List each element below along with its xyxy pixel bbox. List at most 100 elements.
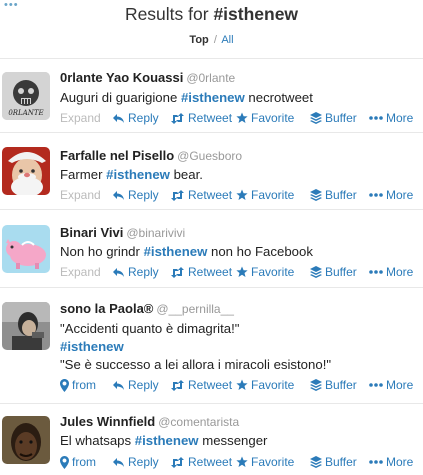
from-label: from xyxy=(72,378,96,392)
reply-button[interactable]: Reply xyxy=(112,111,159,125)
tweet-actions: Expand Reply Retweet Favorite Buffer Mor… xyxy=(60,111,423,127)
hashtag-link[interactable]: #isthenew xyxy=(106,167,170,182)
avatar[interactable] xyxy=(2,416,50,464)
location-link[interactable]: from xyxy=(60,378,96,392)
tweet-header: Binari Vivi @binarivivi xyxy=(60,225,185,240)
favorite-button[interactable]: Favorite xyxy=(236,188,294,202)
more-button[interactable]: More xyxy=(369,378,413,392)
star-icon xyxy=(236,379,248,390)
more-button[interactable]: More xyxy=(369,111,413,125)
retweet-button[interactable]: Retweet xyxy=(170,455,232,469)
user-handle[interactable]: @__pernilla__ xyxy=(156,302,234,316)
hashtag-link[interactable]: #isthenew xyxy=(144,244,208,259)
user-handle[interactable]: @Guesboro xyxy=(177,149,242,163)
avatar[interactable] xyxy=(2,147,50,195)
tweet-item[interactable]: Jules Winnfield @comentarista El whatsaps… xyxy=(0,405,423,475)
user-handle[interactable]: @0rlante xyxy=(186,71,235,85)
location-pin-icon xyxy=(60,455,69,469)
retweet-button[interactable]: Retweet xyxy=(170,188,232,202)
location-link[interactable]: from xyxy=(60,455,96,469)
filter-top[interactable]: Top xyxy=(189,34,208,46)
user-name[interactable]: 0rlante Yao Kouassi xyxy=(60,70,183,85)
from-label: from xyxy=(72,455,96,469)
tweet-text-part: non ho Facebook xyxy=(207,244,313,259)
retweet-label: Retweet xyxy=(188,111,233,125)
filter-all[interactable]: All xyxy=(221,34,233,46)
retweet-button[interactable]: Retweet xyxy=(170,265,232,279)
reply-button[interactable]: Reply xyxy=(112,455,159,469)
favorite-button[interactable]: Favorite xyxy=(236,265,294,279)
buffer-icon xyxy=(310,456,322,468)
expand-link[interactable]: Expand xyxy=(60,188,101,202)
tweet-text-line: "Accidenti quanto è dimagrita!" xyxy=(60,321,240,336)
tweet-header: 0rlante Yao Kouassi @0rlante xyxy=(60,70,235,85)
more-label: More xyxy=(386,455,414,469)
tweet-text: El whatsaps #isthenew messenger xyxy=(60,431,267,450)
reply-button[interactable]: Reply xyxy=(112,188,159,202)
tweet-item[interactable]: Binari Vivi @binarivivi Non ho grindr #is… xyxy=(0,211,423,288)
expand-link[interactable]: Expand xyxy=(60,111,101,125)
more-label: More xyxy=(386,188,414,202)
user-name[interactable]: Binari Vivi xyxy=(60,225,123,240)
more-label: More xyxy=(386,265,414,279)
favorite-label: Favorite xyxy=(251,378,295,392)
tweet-text-line: "Se è successo a lei allora i miracoli e… xyxy=(60,357,332,372)
reply-label: Reply xyxy=(128,111,159,125)
buffer-button[interactable]: Buffer xyxy=(310,455,357,469)
reply-icon xyxy=(113,457,124,467)
reply-label: Reply xyxy=(128,188,159,202)
star-icon xyxy=(236,189,248,200)
tweet-text-part: necrotweet xyxy=(244,90,313,105)
star-icon xyxy=(236,266,248,277)
retweet-icon xyxy=(171,456,184,468)
avatar[interactable] xyxy=(2,225,50,273)
user-name[interactable]: sono la Paola® xyxy=(60,301,153,316)
reply-label: Reply xyxy=(128,265,159,279)
favorite-button[interactable]: Favorite xyxy=(236,455,294,469)
reply-button[interactable]: Reply xyxy=(112,265,159,279)
tweet-item[interactable]: 0RLANTE 0rlante Yao Kouassi @0rlante Augu… xyxy=(0,59,423,133)
reply-icon xyxy=(113,380,124,390)
retweet-icon xyxy=(171,112,184,124)
expand-link[interactable]: Expand xyxy=(60,265,101,279)
more-button[interactable]: More xyxy=(369,188,413,202)
buffer-button[interactable]: Buffer xyxy=(310,111,357,125)
tweet-text: Auguri di guarigione #isthenew necrotwee… xyxy=(60,88,313,107)
retweet-label: Retweet xyxy=(188,455,233,469)
user-handle[interactable]: @binarivivi xyxy=(126,226,185,240)
retweet-button[interactable]: Retweet xyxy=(170,111,232,125)
more-label: More xyxy=(386,111,414,125)
buffer-button[interactable]: Buffer xyxy=(310,265,357,279)
retweet-label: Retweet xyxy=(188,265,233,279)
tweet-text-part: Non ho grindr xyxy=(60,244,144,259)
avatar-logo-text: 0RLANTE xyxy=(8,109,44,117)
reply-icon xyxy=(113,190,124,200)
title-query: #isthenew xyxy=(213,4,299,24)
retweet-icon xyxy=(171,189,184,201)
tweet-header: sono la Paola® @__pernilla__ xyxy=(60,301,234,316)
tweet-actions: from Reply Retweet Favorite Buffer More xyxy=(60,378,423,394)
avatar[interactable] xyxy=(2,302,50,350)
retweet-button[interactable]: Retweet xyxy=(170,378,232,392)
buffer-button[interactable]: Buffer xyxy=(310,378,357,392)
more-button[interactable]: More xyxy=(369,265,413,279)
tweet-text-part: messenger xyxy=(198,433,268,448)
user-handle[interactable]: @comentarista xyxy=(158,415,239,429)
reply-label: Reply xyxy=(128,455,159,469)
more-button[interactable]: More xyxy=(369,455,413,469)
tweet-header: Jules Winnfield @comentarista xyxy=(60,414,239,429)
buffer-button[interactable]: Buffer xyxy=(310,188,357,202)
reply-label: Reply xyxy=(128,378,159,392)
user-name[interactable]: Farfalle nel Pisello xyxy=(60,148,174,163)
user-name[interactable]: Jules Winnfield xyxy=(60,414,155,429)
reply-button[interactable]: Reply xyxy=(112,378,159,392)
tweet-item[interactable]: sono la Paola® @__pernilla__ "Accidenti q… xyxy=(0,289,423,404)
favorite-button[interactable]: Favorite xyxy=(236,378,294,392)
avatar[interactable]: 0RLANTE xyxy=(2,72,50,120)
hashtag-link[interactable]: #isthenew xyxy=(181,90,245,105)
tweet-item[interactable]: Farfalle nel Pisello @Guesboro Farmer #is… xyxy=(0,134,423,210)
favorite-button[interactable]: Favorite xyxy=(236,111,294,125)
hashtag-link[interactable]: #isthenew xyxy=(135,433,199,448)
retweet-label: Retweet xyxy=(188,188,233,202)
hashtag-link[interactable]: #isthenew xyxy=(60,339,124,354)
